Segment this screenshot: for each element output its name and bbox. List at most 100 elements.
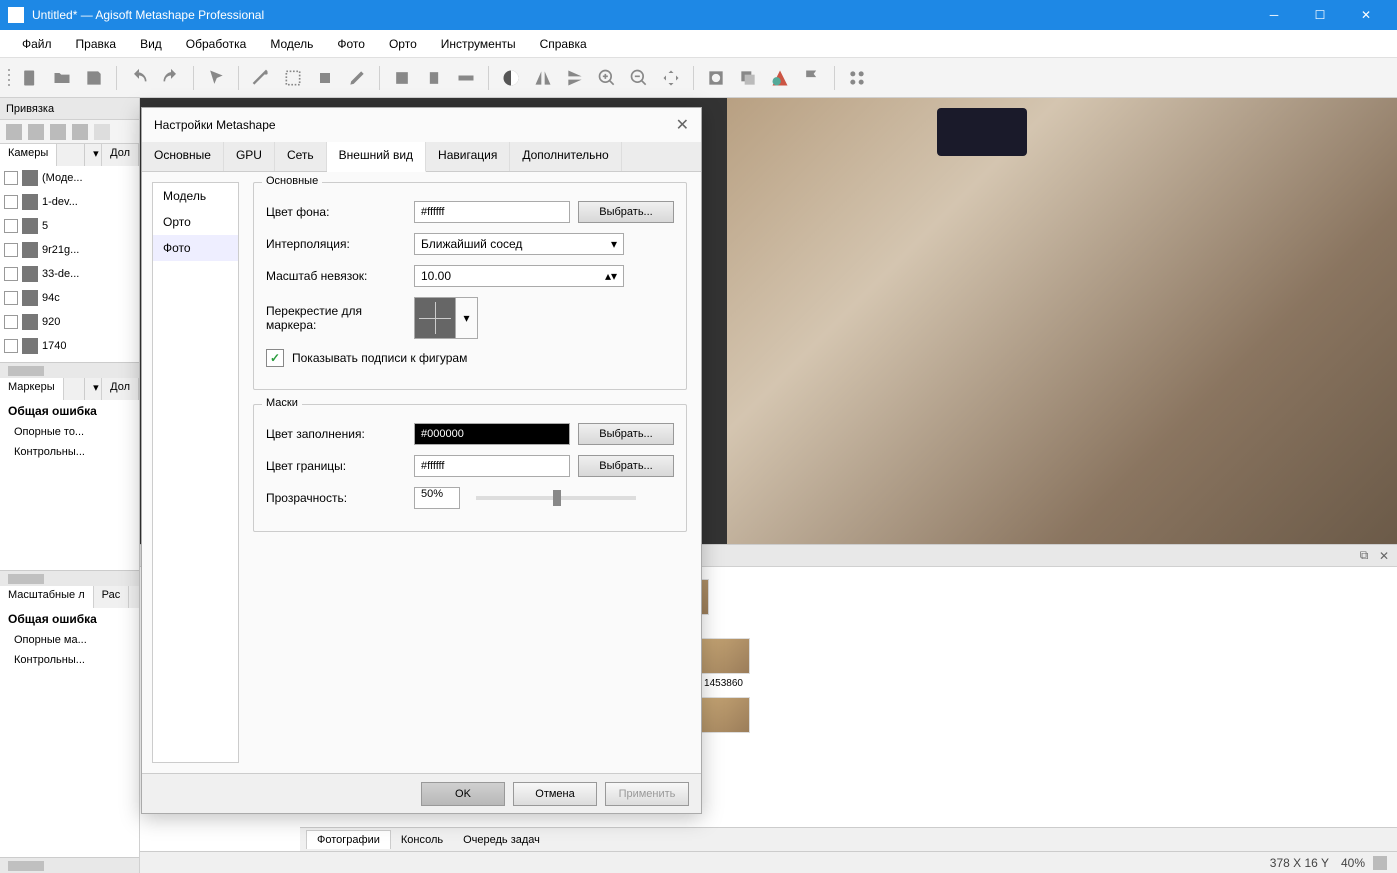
camera-row[interactable]: 920 (0, 310, 139, 334)
camera-row[interactable]: 94c (0, 286, 139, 310)
menu-model[interactable]: Модель (260, 34, 323, 54)
shapes-icon[interactable] (766, 64, 794, 92)
zoom-in-icon[interactable] (593, 64, 621, 92)
chevron-down-icon[interactable]: ▾ (456, 297, 478, 339)
cursor-icon[interactable] (202, 64, 230, 92)
chevron-down-icon[interactable]: ▾ (84, 144, 102, 166)
chevron-down-icon[interactable]: ▾ (84, 378, 102, 400)
slider-handle[interactable] (553, 490, 561, 506)
scrollbar[interactable] (0, 570, 139, 586)
residual-label: Масштаб невязок: (266, 269, 406, 283)
ok-button[interactable]: OK (421, 782, 505, 806)
tab-navigation[interactable]: Навигация (426, 142, 510, 171)
binding-tool-icon[interactable] (50, 124, 66, 140)
tab-cameras-2[interactable]: Дол (102, 144, 139, 166)
new-icon[interactable] (16, 64, 44, 92)
tab-jobs[interactable]: Очередь задач (453, 831, 550, 849)
tab-general[interactable]: Основные (142, 142, 224, 171)
close-icon[interactable]: ✕ (1377, 549, 1391, 563)
fill-color-input[interactable] (414, 423, 570, 445)
tab-scalebars-2[interactable]: Рас (94, 586, 130, 608)
apply-button[interactable]: Применить (605, 782, 689, 806)
fill-color-choose-button[interactable]: Выбрать... (578, 423, 674, 445)
scrollbar[interactable] (0, 362, 139, 378)
error-row[interactable]: Опорные то... (0, 422, 139, 442)
grid-icon[interactable] (843, 64, 871, 92)
camera-row[interactable]: (Моде... (0, 166, 139, 190)
redo-icon[interactable] (157, 64, 185, 92)
save-icon[interactable] (80, 64, 108, 92)
camera-row[interactable]: 1740 (0, 334, 139, 358)
tab-scalebars[interactable]: Масштабные л (0, 586, 94, 608)
brush-icon[interactable] (343, 64, 371, 92)
dialog-close-icon[interactable]: ✕ (676, 115, 689, 135)
residual-spinner[interactable]: 10.00▴▾ (414, 265, 624, 287)
ruler-icon[interactable] (452, 64, 480, 92)
minimize-button[interactable]: ─ (1251, 0, 1297, 30)
sidebar-item-photo[interactable]: Фото (153, 235, 238, 261)
menu-ortho[interactable]: Орто (379, 34, 427, 54)
contrast-icon[interactable] (497, 64, 525, 92)
bg-color-input[interactable] (414, 201, 570, 223)
camera-row[interactable]: 5 (0, 214, 139, 238)
binding-tool-icon[interactable] (72, 124, 88, 140)
tab-markers[interactable]: Маркеры (0, 378, 64, 400)
move-region-icon[interactable] (311, 64, 339, 92)
camera-row[interactable]: 9r21g... (0, 238, 139, 262)
tab-photos[interactable]: Фотографии (306, 830, 391, 849)
marker-preview[interactable]: ▾ (414, 297, 478, 339)
interp-select[interactable]: Ближайший сосед▾ (414, 233, 624, 255)
menu-tools[interactable]: Инструменты (431, 34, 526, 54)
show-labels-checkbox[interactable]: ✓ (266, 349, 284, 367)
preferences-dialog: Настройки Metashape ✕ Основные GPU Сеть … (141, 107, 702, 814)
mask-icon[interactable] (702, 64, 730, 92)
error-row[interactable]: Контрольны... (0, 442, 139, 462)
menu-photo[interactable]: Фото (327, 34, 375, 54)
toolbar-grip[interactable] (6, 66, 12, 90)
tab-network[interactable]: Сеть (275, 142, 327, 171)
flag-icon[interactable] (798, 64, 826, 92)
error-row[interactable]: Опорные ма... (0, 630, 139, 650)
flip-h-icon[interactable] (529, 64, 557, 92)
sidebar-item-model[interactable]: Модель (153, 183, 238, 209)
opacity-slider[interactable] (476, 496, 636, 500)
scrollbar[interactable] (0, 857, 139, 873)
menu-view[interactable]: Вид (130, 34, 172, 54)
menu-edit[interactable]: Правка (66, 34, 127, 54)
zoom-out-icon[interactable] (625, 64, 653, 92)
sidebar-item-ortho[interactable]: Орто (153, 209, 238, 235)
restore-icon[interactable]: ⧉ (1357, 549, 1371, 563)
menu-help[interactable]: Справка (530, 34, 597, 54)
undo-icon[interactable] (125, 64, 153, 92)
tab-advanced[interactable]: Дополнительно (510, 142, 621, 171)
cancel-button[interactable]: Отмена (513, 782, 597, 806)
camera-row[interactable]: 33-de... (0, 262, 139, 286)
opacity-value[interactable]: 50% (414, 487, 460, 509)
depth-icon[interactable] (734, 64, 762, 92)
flip-v-icon[interactable] (561, 64, 589, 92)
wand-icon[interactable] (247, 64, 275, 92)
camera-row[interactable]: 1-dev... (0, 190, 139, 214)
binding-tool-icon[interactable] (94, 124, 110, 140)
tab-cameras[interactable]: Камеры (0, 144, 57, 166)
bg-color-choose-button[interactable]: Выбрать... (578, 201, 674, 223)
fit-icon[interactable] (657, 64, 685, 92)
close-button[interactable]: ✕ (1343, 0, 1389, 30)
tab-appearance[interactable]: Внешний вид (327, 142, 426, 172)
menu-file[interactable]: Файл (12, 34, 62, 54)
crop-icon[interactable] (388, 64, 416, 92)
open-icon[interactable] (48, 64, 76, 92)
border-color-input[interactable] (414, 455, 570, 477)
select-rect-icon[interactable] (279, 64, 307, 92)
binding-tool-icon[interactable] (28, 124, 44, 140)
maximize-button[interactable]: ☐ (1297, 0, 1343, 30)
tab-gpu[interactable]: GPU (224, 142, 275, 171)
menu-workflow[interactable]: Обработка (176, 34, 257, 54)
error-row[interactable]: Контрольны... (0, 650, 139, 670)
tab-console[interactable]: Консоль (391, 831, 453, 849)
binding-tool-icon[interactable] (6, 124, 22, 140)
border-color-choose-button[interactable]: Выбрать... (578, 455, 674, 477)
tab-markers-2[interactable]: Дол (102, 378, 139, 400)
window-titlebar: Untitled* — Agisoft Metashape Profession… (0, 0, 1397, 30)
trim-icon[interactable] (420, 64, 448, 92)
